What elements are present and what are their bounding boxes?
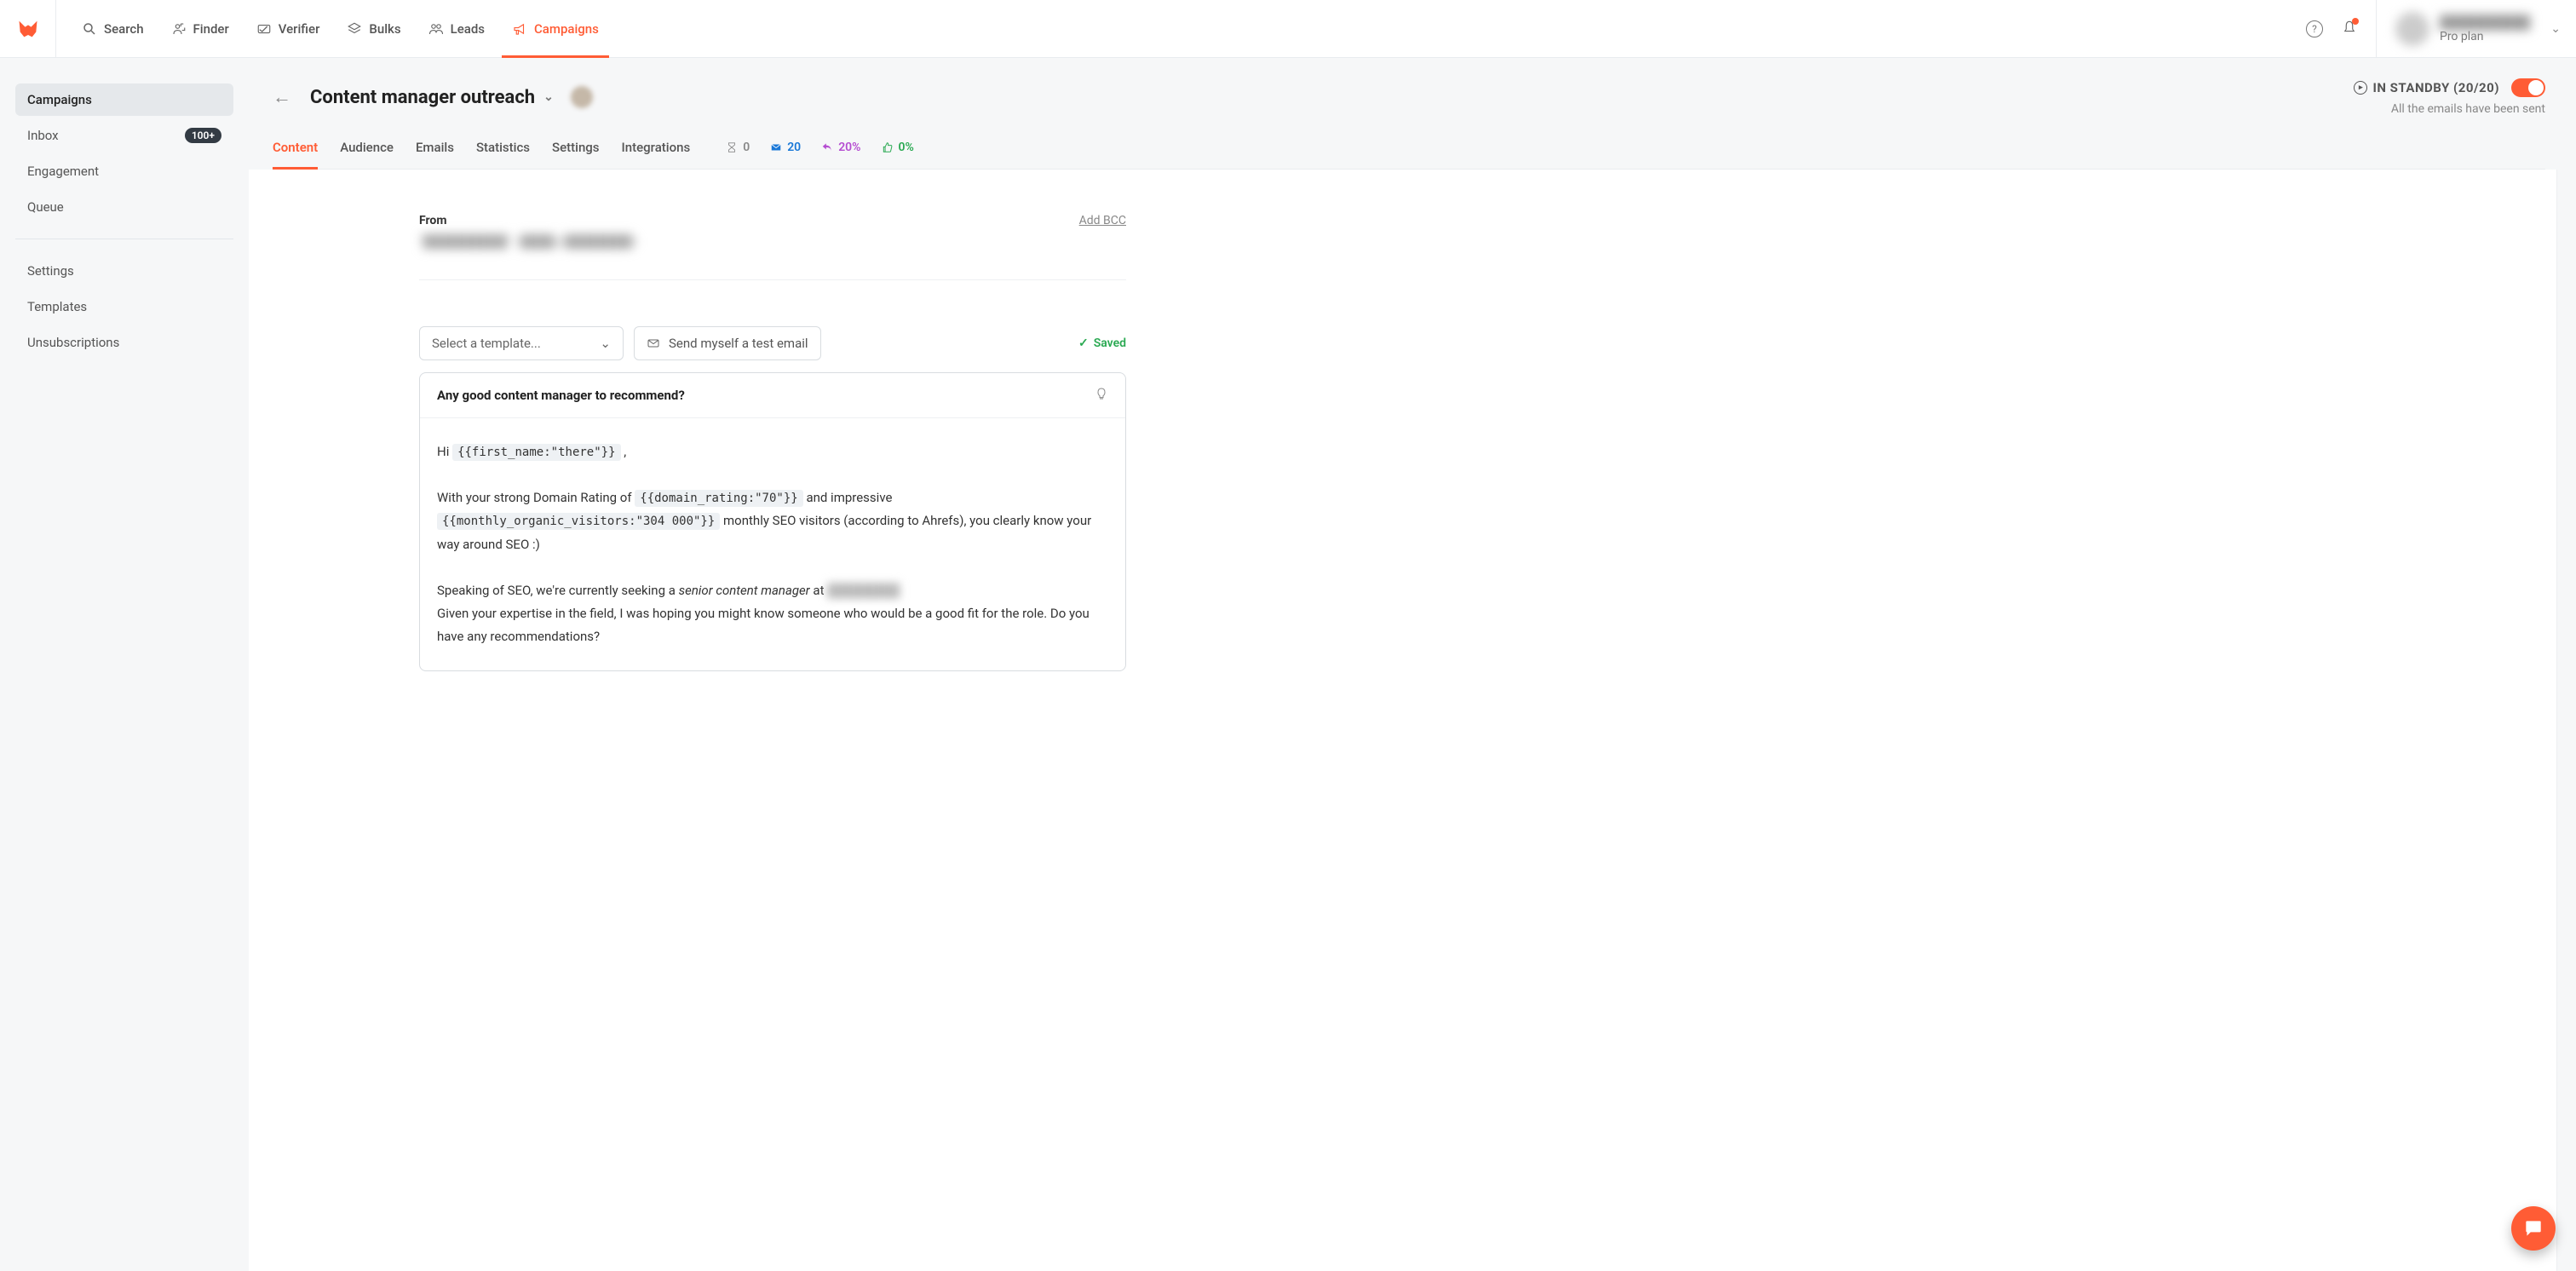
topnav: Search Finder Verifier Bulks Leads Campa…	[0, 0, 2576, 58]
bulks-icon	[347, 21, 362, 37]
campaign-toggle[interactable]	[2511, 78, 2545, 97]
saved-status: ✓ Saved	[1078, 336, 1126, 350]
campaign-title-dropdown[interactable]: Content manager outreach ⌄	[310, 86, 593, 108]
hourglass-icon	[726, 141, 738, 153]
stats-row: 0 20 20% 0%	[726, 141, 914, 168]
account-plan: Pro plan	[2440, 30, 2530, 43]
sidebar-label: Inbox	[27, 128, 59, 143]
sidebar-label: Settings	[27, 263, 74, 279]
account-info: ██████████ Pro plan	[2440, 14, 2530, 43]
nav-label: Search	[104, 21, 144, 37]
nav-label: Campaigns	[534, 21, 599, 37]
inbox-badge: 100+	[185, 128, 221, 143]
chevron-down-icon: ⌄	[2550, 22, 2561, 36]
nav-items: Search Finder Verifier Bulks Leads Campa…	[82, 0, 599, 58]
chat-fab[interactable]	[2511, 1206, 2556, 1251]
nav-label: Leads	[451, 21, 485, 37]
test-email-label: Send myself a test email	[669, 336, 808, 351]
standby-status: ▸ IN STANDBY (20/20)	[2354, 80, 2499, 95]
sidebar-item-engagement[interactable]: Engagement	[15, 155, 233, 187]
email-editor: Any good content manager to recommend? H…	[419, 372, 1126, 671]
search-icon	[82, 21, 97, 37]
send-test-email-button[interactable]: Send myself a test email	[634, 326, 821, 360]
topnav-right: ? ██████████ Pro plan ⌄	[2306, 0, 2561, 58]
nav-label: Finder	[193, 21, 229, 37]
sidebar-item-unsubscriptions[interactable]: Unsubscriptions	[15, 326, 233, 359]
email-body-input[interactable]: Hi {{first_name:"there"}} , With your st…	[420, 418, 1125, 670]
chevron-down-icon: ⌄	[543, 90, 554, 104]
finder-icon	[171, 21, 187, 37]
stat-replies: 20%	[821, 141, 860, 154]
stat-pending: 0	[726, 141, 750, 154]
account-menu[interactable]: ██████████ Pro plan ⌄	[2376, 0, 2561, 58]
nav-label: Verifier	[279, 21, 320, 37]
nav-campaigns[interactable]: Campaigns	[512, 0, 599, 58]
owner-avatar	[571, 86, 593, 108]
notifications-icon[interactable]	[2342, 20, 2357, 38]
merge-token: {{domain_rating:"70"}}	[635, 490, 802, 507]
sidebar-label: Queue	[27, 199, 64, 215]
tab-statistics[interactable]: Statistics	[476, 140, 530, 169]
thumbs-up-icon	[882, 141, 894, 153]
nav-search[interactable]: Search	[82, 0, 144, 58]
template-select[interactable]: Select a template... ⌄	[419, 326, 624, 360]
nav-verifier[interactable]: Verifier	[256, 0, 320, 58]
nav-leads[interactable]: Leads	[428, 0, 485, 58]
help-icon[interactable]: ?	[2306, 20, 2323, 37]
fox-logo-icon	[16, 17, 40, 41]
logo[interactable]	[0, 0, 56, 58]
content-header: ← Content manager outreach ⌄ ▸ IN STANDB…	[249, 58, 2576, 170]
account-name: ██████████	[2440, 14, 2530, 30]
envelope-icon	[647, 336, 660, 350]
tabs: Content Audience Emails Statistics Setti…	[273, 140, 690, 169]
from-label: From	[419, 214, 639, 227]
tab-content[interactable]: Content	[273, 140, 318, 169]
chevron-down-icon: ⌄	[600, 336, 611, 351]
sidebar-label: Templates	[27, 299, 87, 314]
editor-panel: From "██████████" <████@████████> Add BC…	[249, 170, 2557, 1271]
chat-icon	[2522, 1217, 2544, 1239]
sidebar-item-queue[interactable]: Queue	[15, 191, 233, 223]
standby-subtext: All the emails have been sent	[2354, 102, 2545, 116]
sidebar-label: Unsubscriptions	[27, 335, 119, 350]
template-placeholder: Select a template...	[432, 336, 541, 351]
stat-sent: 20	[770, 141, 801, 154]
back-arrow-icon[interactable]: ←	[273, 86, 291, 108]
tab-audience[interactable]: Audience	[340, 140, 394, 169]
sidebar-item-settings[interactable]: Settings	[15, 255, 233, 287]
reply-icon	[821, 141, 833, 153]
campaigns-icon	[512, 21, 527, 37]
envelope-icon	[770, 141, 782, 153]
merge-token: {{monthly_organic_visitors:"304 000"}}	[437, 513, 720, 530]
nav-finder[interactable]: Finder	[171, 0, 229, 58]
from-value[interactable]: "██████████" <████@████████>	[419, 234, 639, 249]
divider	[419, 279, 1126, 280]
sidebar-item-inbox[interactable]: Inbox 100+	[15, 119, 233, 152]
tab-settings[interactable]: Settings	[552, 140, 600, 169]
stat-positive: 0%	[882, 141, 914, 154]
sidebar-label: Engagement	[27, 164, 99, 179]
campaign-title-text: Content manager outreach	[310, 87, 535, 108]
email-subject-input[interactable]: Any good content manager to recommend?	[437, 388, 685, 403]
avatar	[2395, 12, 2429, 46]
nav-label: Bulks	[369, 21, 400, 37]
merge-token: {{first_name:"there"}}	[452, 444, 620, 461]
tab-integrations[interactable]: Integrations	[622, 140, 691, 169]
sidebar-item-campaigns[interactable]: Campaigns	[15, 83, 233, 116]
play-circle-icon: ▸	[2354, 81, 2367, 95]
tab-emails[interactable]: Emails	[416, 140, 454, 169]
leads-icon	[428, 21, 444, 37]
sidebar-label: Campaigns	[27, 92, 92, 107]
check-icon: ✓	[1078, 336, 1089, 350]
content-area: ← Content manager outreach ⌄ ▸ IN STANDB…	[249, 58, 2576, 1271]
add-bcc-link[interactable]: Add BCC	[1079, 214, 1126, 227]
nav-bulks[interactable]: Bulks	[347, 0, 400, 58]
sidebar-item-templates[interactable]: Templates	[15, 290, 233, 323]
verifier-icon	[256, 21, 272, 37]
sidebar: Campaigns Inbox 100+ Engagement Queue Se…	[0, 58, 249, 1271]
suggestions-icon[interactable]	[1095, 387, 1108, 404]
